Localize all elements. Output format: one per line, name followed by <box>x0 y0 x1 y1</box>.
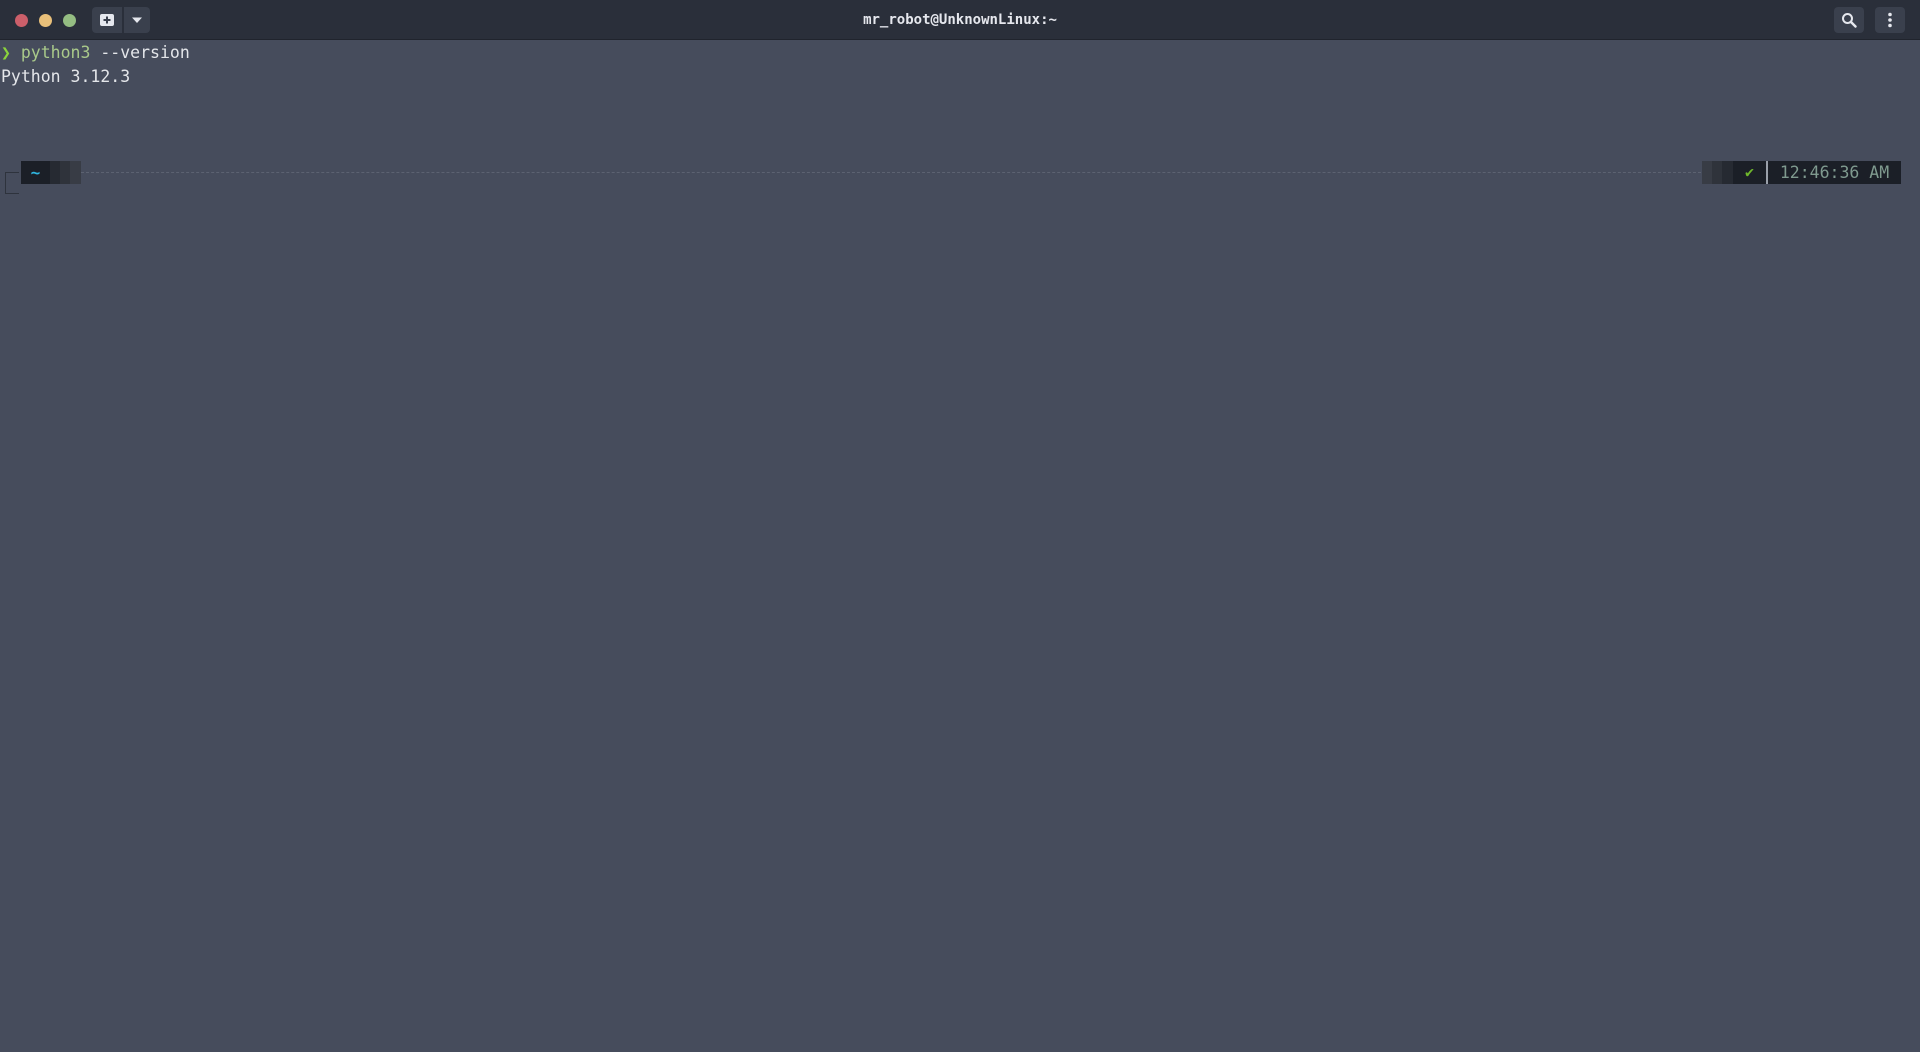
prompt-filler-line <box>81 172 1701 173</box>
segment-fade <box>1712 161 1722 184</box>
current-directory: ~ <box>21 161 50 184</box>
segment-fade <box>50 161 60 184</box>
chevron-down-icon <box>132 17 142 23</box>
segment-fade <box>70 161 81 184</box>
prompt-left-segment: ~ <box>21 161 81 184</box>
prompt-char: ❯ <box>1 43 11 62</box>
terminal-window: mr_robot@UnknownLinux:~ ❯ python3 --vers… <box>0 0 1920 1052</box>
terminal-content[interactable]: ❯ python3 --version Python 3.12.3 ~ ✔ 12… <box>0 40 1920 1052</box>
prompt-right-segment: ✔ 12:46:36 AM <box>1702 161 1901 184</box>
prompt-frame <box>5 172 19 194</box>
command-name: python3 <box>20 43 91 62</box>
prompt-time: 12:46:36 AM <box>1768 161 1901 184</box>
title-bar[interactable]: mr_robot@UnknownLinux:~ <box>0 0 1920 40</box>
segment-fade <box>1702 161 1712 184</box>
new-tab-icon <box>100 14 114 26</box>
close-icon[interactable] <box>15 14 28 27</box>
powerline-prompt: ~ ✔ 12:46:36 AM <box>0 161 1920 194</box>
menu-button[interactable] <box>1875 7 1905 33</box>
search-button[interactable] <box>1834 7 1864 33</box>
command-args: --version <box>90 43 190 62</box>
tab-button-group <box>92 7 150 33</box>
new-tab-button[interactable] <box>92 7 122 33</box>
window-title: mr_robot@UnknownLinux:~ <box>863 12 1057 28</box>
command-line: ❯ python3 --version <box>1 41 190 65</box>
segment-fade <box>60 161 70 184</box>
segment-fade <box>1722 161 1733 184</box>
tab-dropdown-button[interactable] <box>124 7 150 33</box>
status-check-icon: ✔ <box>1733 161 1766 184</box>
minimize-icon[interactable] <box>39 14 52 27</box>
search-icon <box>1842 13 1857 28</box>
kebab-menu-icon <box>1888 12 1892 28</box>
maximize-icon[interactable] <box>63 14 76 27</box>
command-output: Python 3.12.3 <box>1 67 131 86</box>
